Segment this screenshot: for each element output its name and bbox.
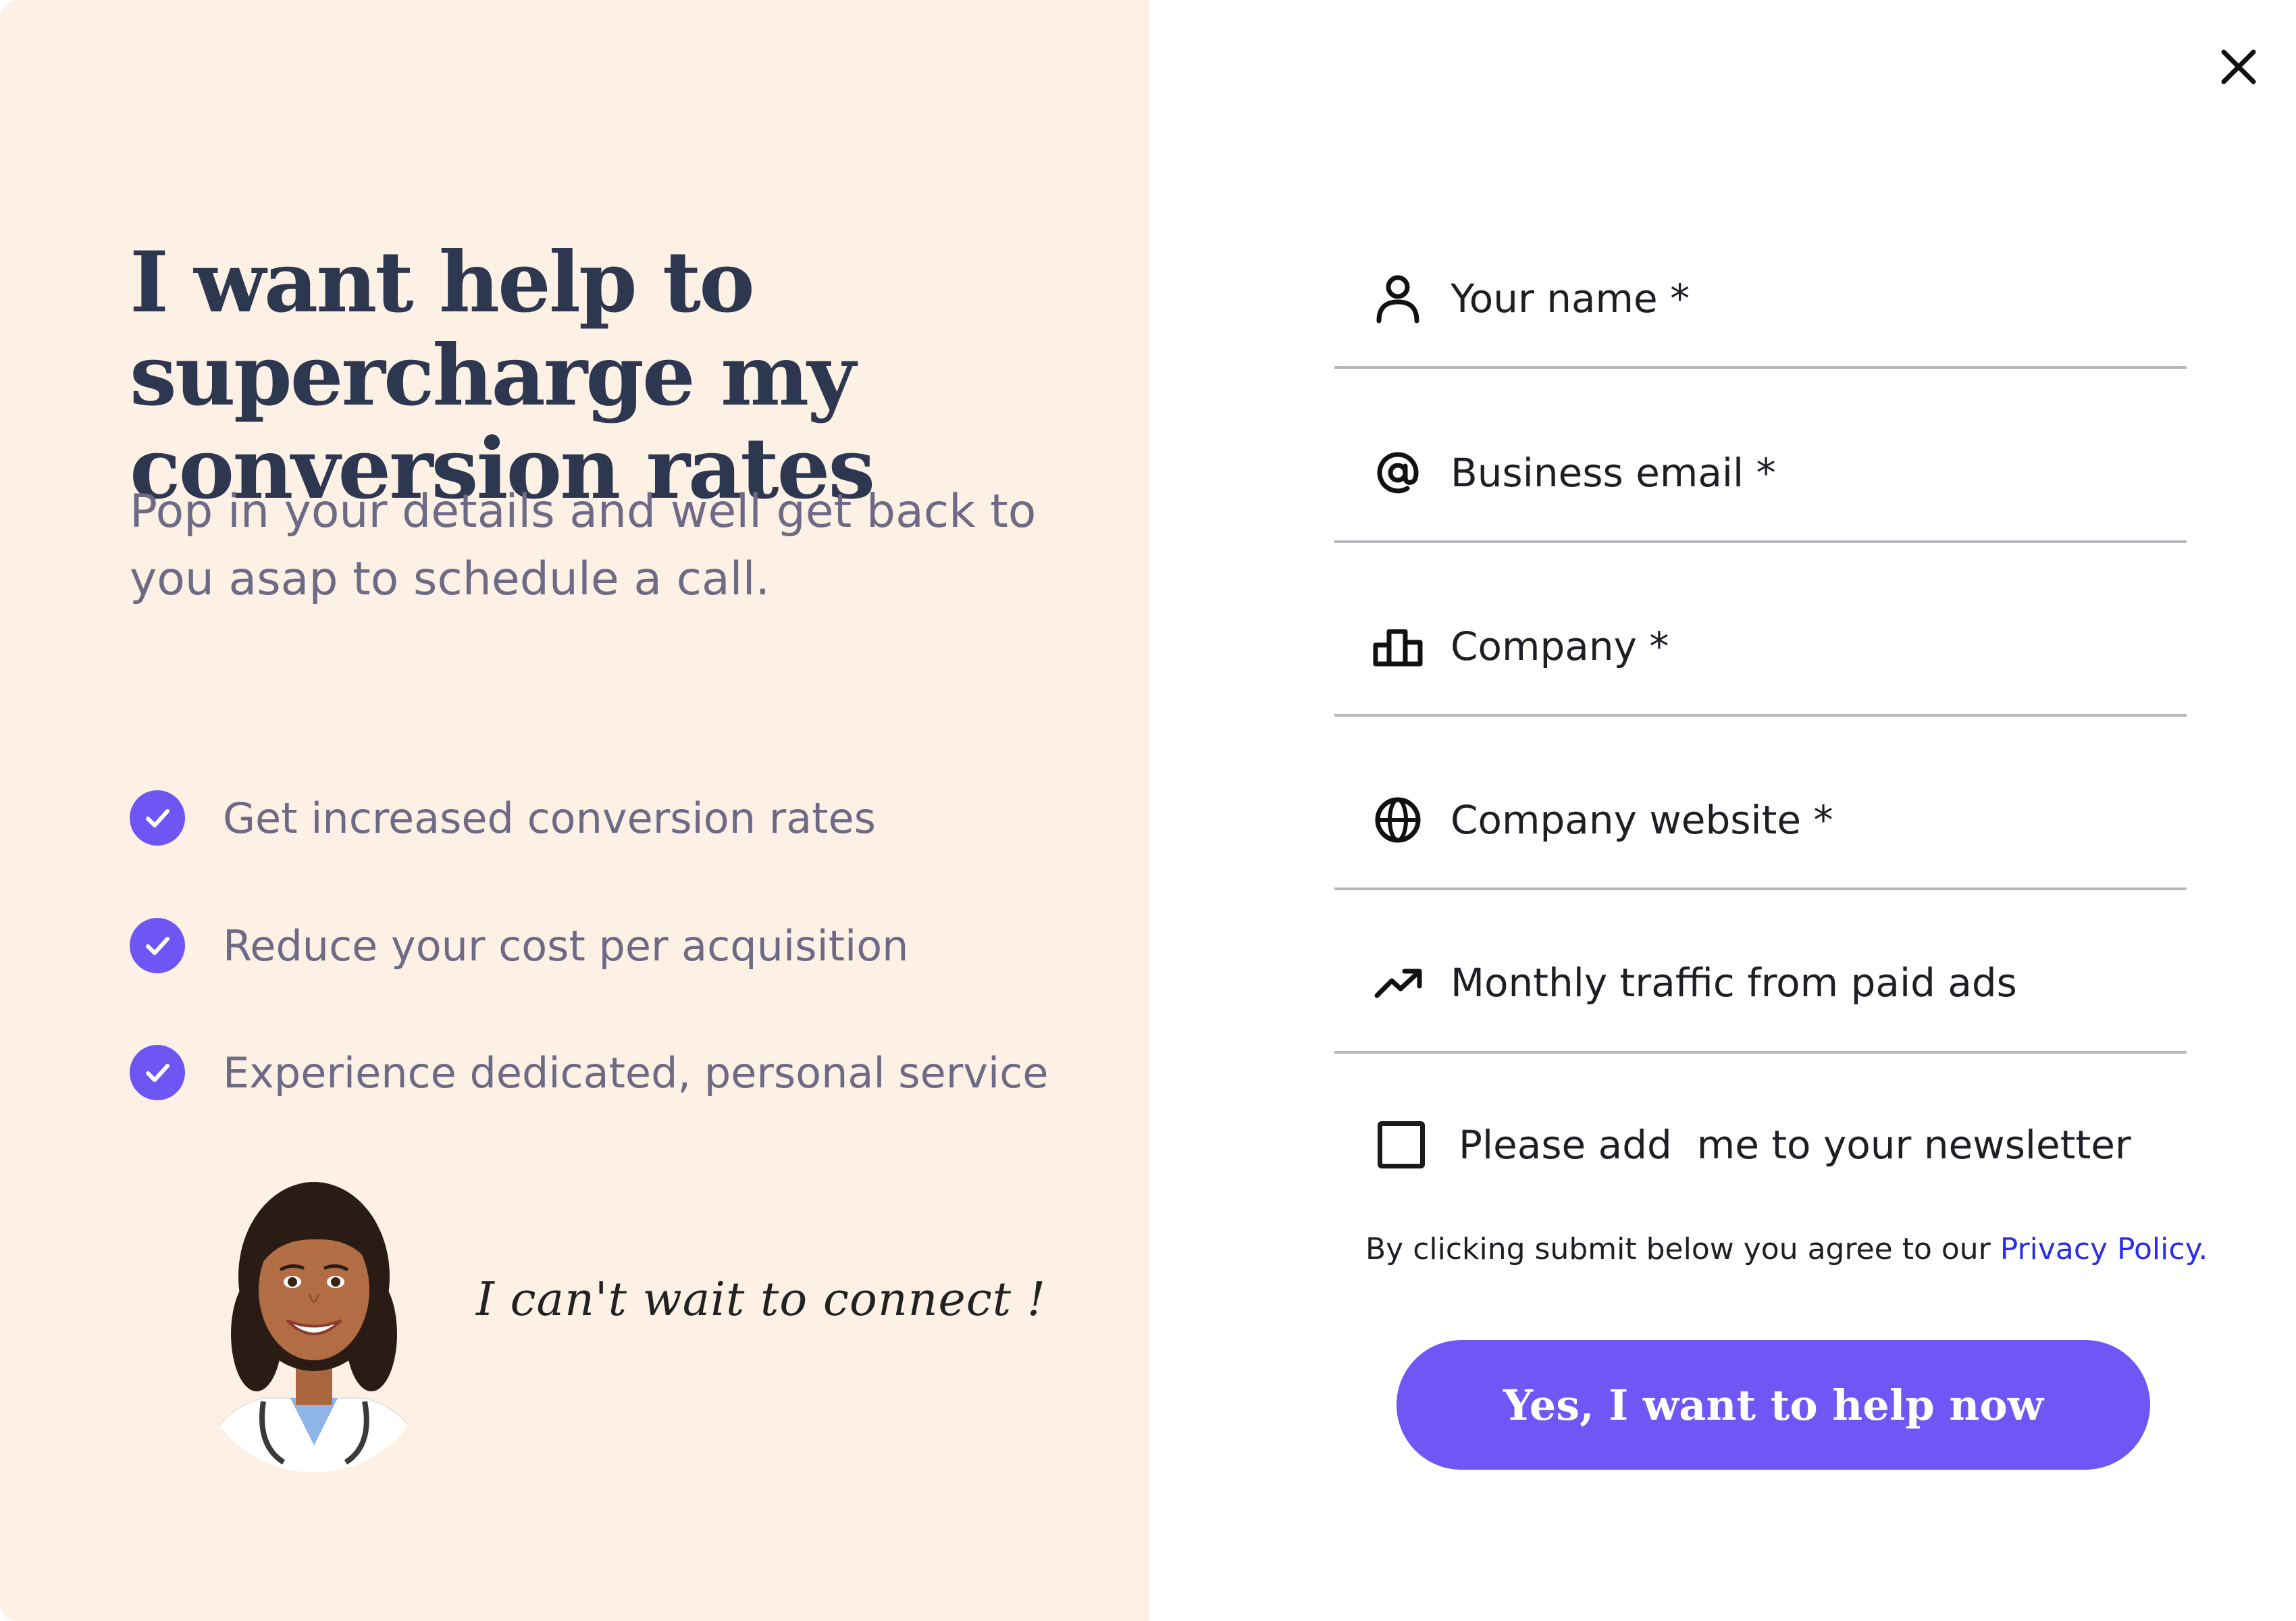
benefit-label: Reduce your cost per acquisition [223, 921, 909, 971]
website-field[interactable]: Company website * [1334, 752, 2187, 890]
name-field[interactable]: Your name * [1334, 231, 2187, 369]
close-icon [2221, 49, 2256, 84]
page-title: I want help to supercharge my conversion… [130, 234, 875, 518]
name-field-label: Your name * [1451, 276, 1690, 321]
doctor-avatar [196, 1175, 432, 1472]
consent-label: By clicking submit below you agree to ou… [1365, 1232, 2000, 1266]
newsletter-opt-in[interactable]: Please add me to your newsletter [1378, 1108, 2131, 1182]
close-button[interactable] [2215, 43, 2262, 91]
person-icon [1369, 270, 1426, 327]
privacy-policy-link[interactable]: Privacy Policy. [2000, 1232, 2208, 1266]
website-field-label: Company website * [1451, 797, 1833, 843]
traffic-field[interactable]: Monthly traffic from paid ads [1334, 915, 2187, 1054]
building-icon [1369, 618, 1426, 675]
benefit-item: Reduce your cost per acquisition [130, 915, 908, 976]
info-panel: I want help to supercharge my conversion… [0, 0, 1149, 1621]
company-field[interactable]: Company * [1334, 579, 2187, 717]
traffic-field-label: Monthly traffic from paid ads [1451, 960, 2017, 1006]
consent-text: By clicking submit below you agree to ou… [1365, 1232, 2208, 1266]
newsletter-label: Please add me to your newsletter [1459, 1122, 2131, 1168]
lead-form-modal: I want help to supercharge my conversion… [0, 0, 2296, 1621]
company-field-label: Company * [1451, 623, 1669, 669]
email-field-label: Business email * [1451, 450, 1776, 496]
benefit-item: Get increased conversion rates [130, 788, 876, 848]
benefit-label: Experience dedicated, personal service [223, 1048, 1049, 1098]
check-circle-icon [130, 1045, 185, 1100]
email-field[interactable]: Business email * [1334, 405, 2187, 543]
benefit-label: Get increased conversion rates [223, 793, 876, 843]
avatar-quote: I can't wait to connect ! [476, 1273, 1047, 1327]
globe-icon [1369, 792, 1426, 848]
check-circle-icon [130, 790, 185, 846]
at-sign-icon [1369, 444, 1426, 501]
submit-button[interactable]: Yes, I want to help now [1397, 1340, 2150, 1470]
trending-up-icon [1369, 954, 1426, 1011]
newsletter-checkbox[interactable] [1378, 1121, 1425, 1168]
benefit-item: Experience dedicated, personal service [130, 1042, 1048, 1103]
check-circle-icon [130, 918, 185, 973]
subtitle: Pop in your details and well get back to… [130, 485, 1037, 606]
